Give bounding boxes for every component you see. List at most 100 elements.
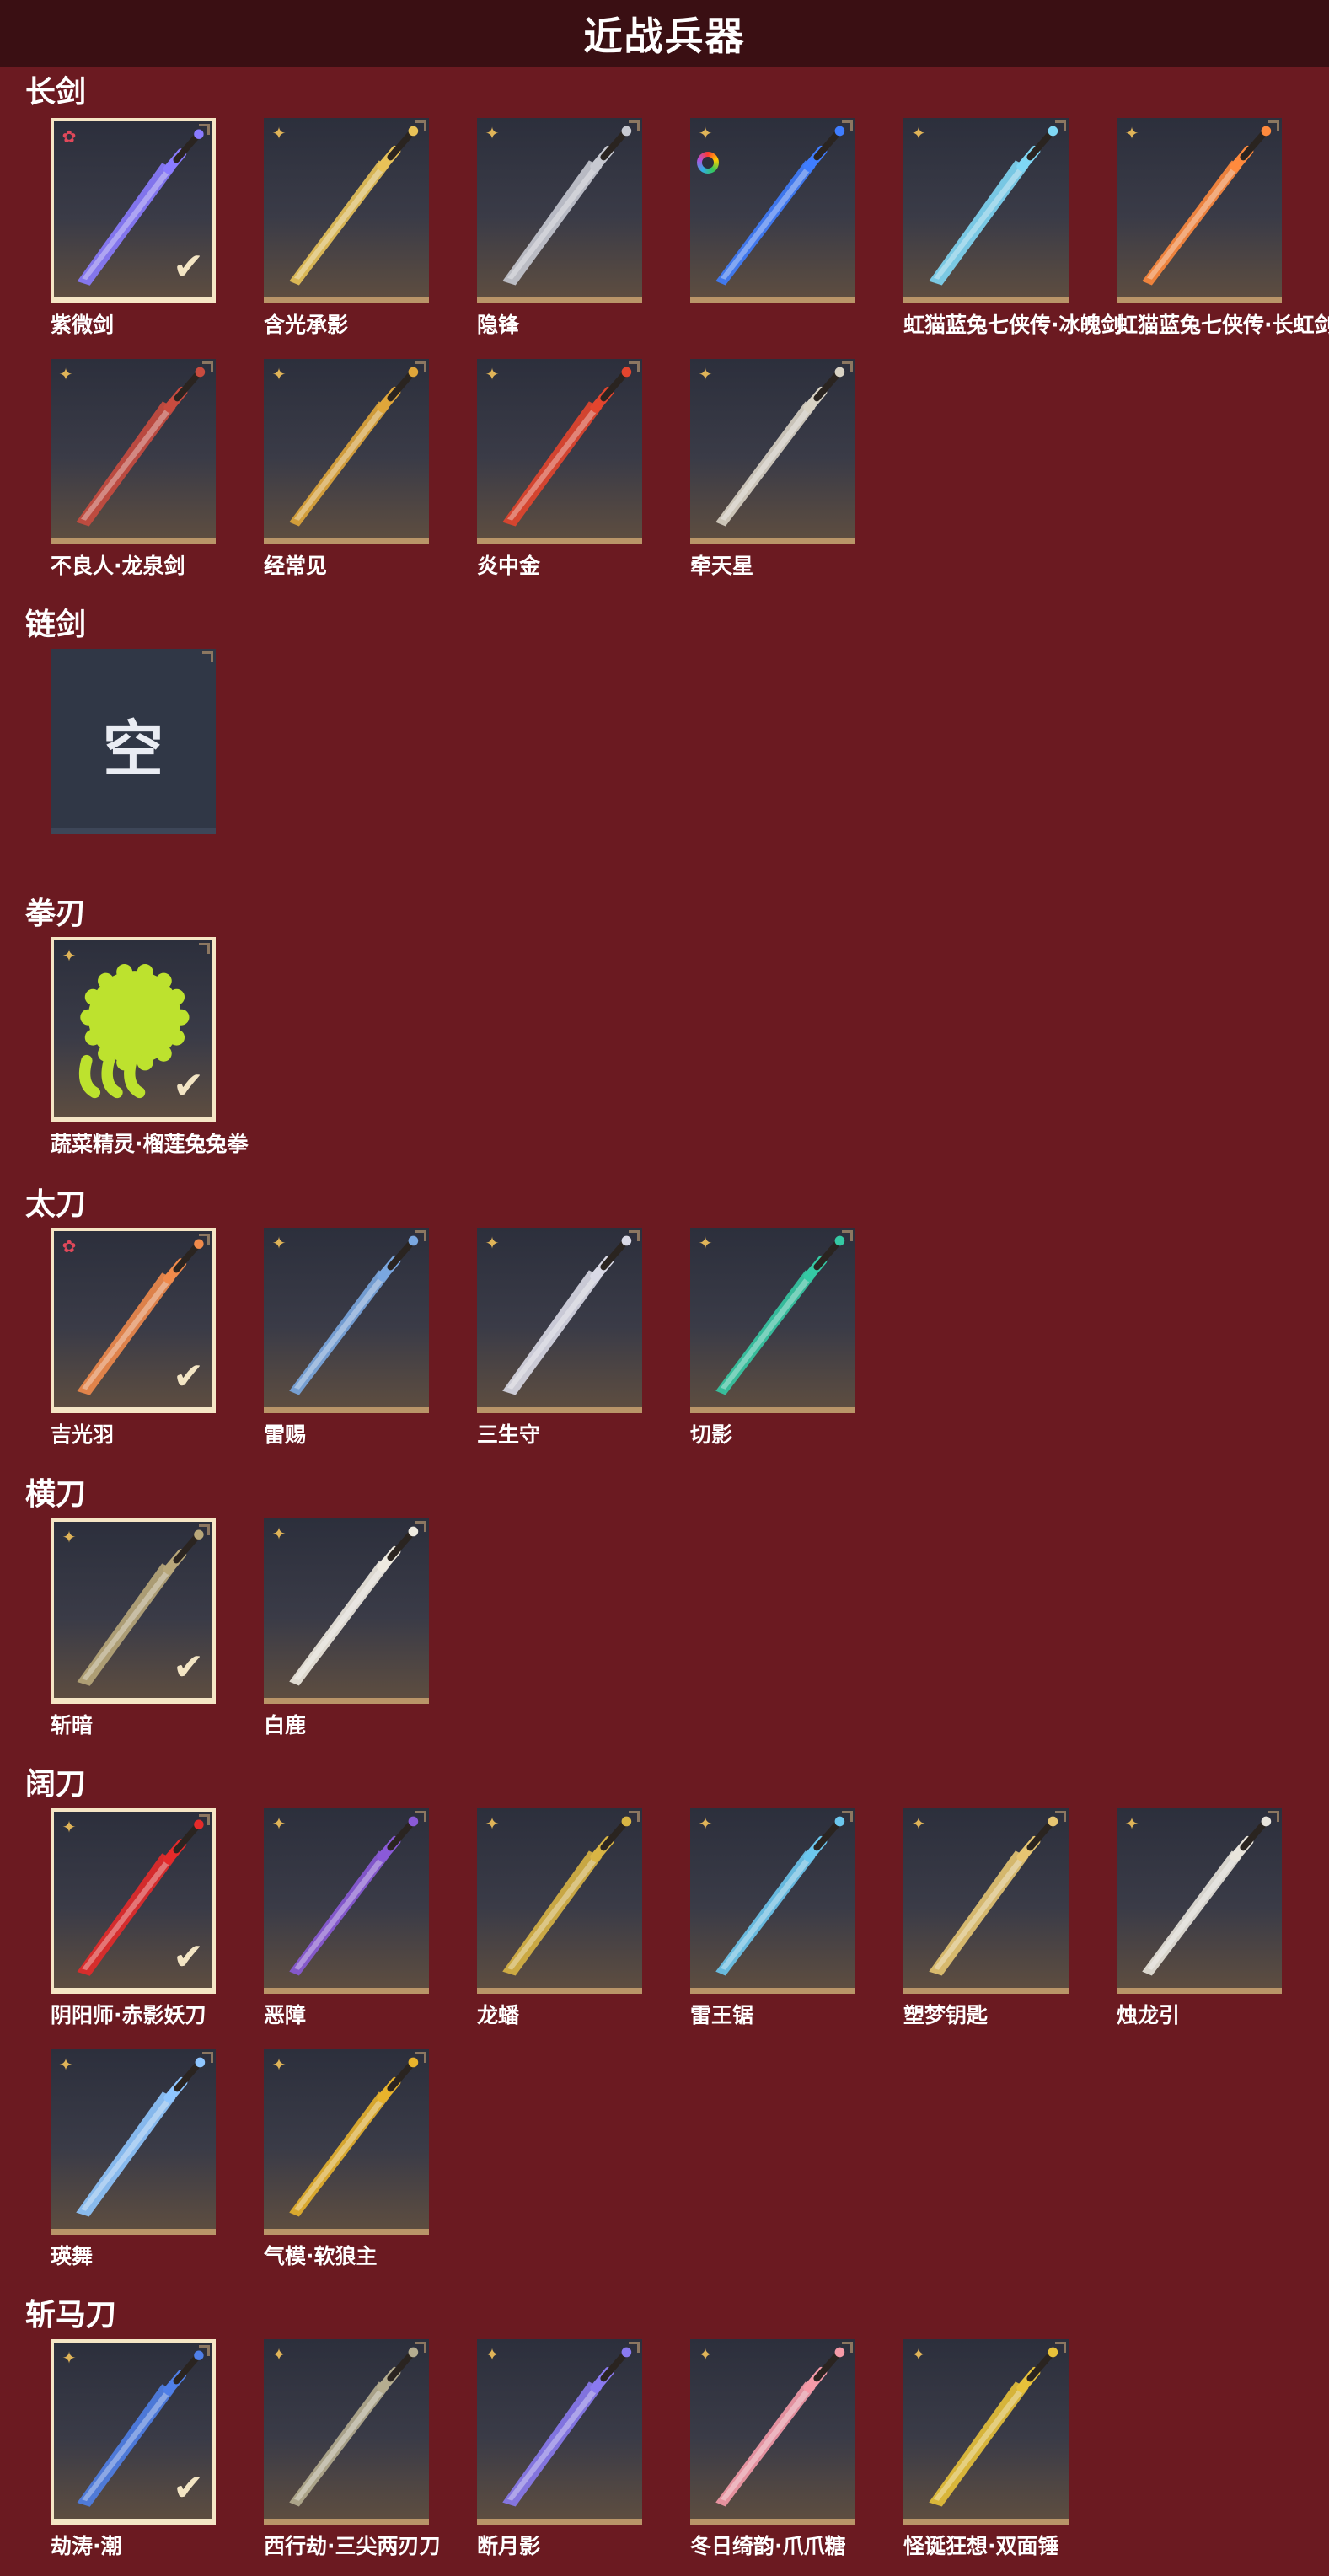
weapon-card[interactable]: ✦ [51,2049,216,2235]
corner-mark-icon [842,361,853,372]
weapon-item[interactable]: ✦ 烛龙引 [1117,1808,1282,2029]
empty-slot-card[interactable]: 空 [51,649,216,834]
corner-mark-icon [415,120,426,131]
weapon-item[interactable]: ✦ 虹猫蓝兔七侠传·冰魄剑 [903,118,1123,339]
shuriken-badge-icon: ✦ [271,1813,287,1834]
weapon-item[interactable]: ✿ ✔ 紫微剑 [51,118,216,339]
corner-mark-icon [1268,120,1279,131]
corner-mark-icon [202,361,213,372]
weapon-card[interactable]: ✦ [477,1808,642,1994]
weapon-illustration [715,126,845,286]
weapon-card[interactable]: ✦ [264,1808,429,1994]
shuriken-badge-icon: ✦ [485,1813,500,1834]
corner-mark-icon [629,1230,640,1241]
weapon-card[interactable]: ✦ [264,1228,429,1413]
weapon-card[interactable]: ✦ [264,118,429,303]
corner-mark-icon [629,2342,640,2353]
weapon-item[interactable]: ✦ 隐锋 [477,118,642,339]
weapon-illustration [289,2057,419,2217]
shuriken-badge-icon: ✦ [1124,1813,1139,1834]
shuriken-badge-icon: ✦ [271,1524,287,1544]
weapon-item[interactable]: ✦ ✔ 阴阳师·赤影妖刀 [51,1808,216,2029]
weapon-item[interactable]: ✿ ✔ 吉光羽 [51,1228,216,1449]
checkmark-icon: ✔ [173,1064,204,1107]
weapon-illustration [1142,126,1272,286]
weapon-card[interactable]: ✦ [477,118,642,303]
weapon-illustration [289,1526,419,1686]
weapon-card[interactable]: ✦ ✔ [51,2339,216,2525]
category-title: 链剑 [25,608,87,642]
weapon-card[interactable]: ✦ [264,1518,429,1704]
weapon-name: 不良人·龙泉剑 [51,554,185,578]
category-title: 长剑 [25,75,87,110]
corner-mark-icon [415,2342,426,2353]
weapon-card[interactable]: ✦ [477,1228,642,1413]
rainbow-ring-icon [697,152,719,174]
weapon-card[interactable]: ✦ [1117,118,1282,303]
weapon-card[interactable]: ✦ [903,1808,1069,1994]
weapon-card[interactable]: ✦ [903,2339,1069,2525]
weapon-card[interactable]: ✦ [690,118,855,303]
weapon-illustration [76,367,206,527]
weapon-item[interactable]: 空 [51,649,216,834]
category-title: 阔刀 [25,1767,87,1802]
weapon-item[interactable]: ✦ 炎中金 [477,359,642,580]
weapon-card[interactable]: ✦ [51,359,216,544]
weapon-item[interactable]: ✦ 含光承影 [264,118,429,339]
weapon-item[interactable]: ✦ 怪诞狂想·双面锤 [903,2339,1069,2560]
shuriken-badge-icon: ✦ [62,945,77,966]
weapon-item[interactable]: ✦ 西行劫·三尖两刃刀 [264,2339,441,2560]
weapon-item[interactable]: ✦ 切影 [690,1228,855,1449]
shuriken-badge-icon: ✦ [271,2054,287,2075]
weapon-card[interactable]: ✿ ✔ [51,118,216,303]
weapon-card[interactable]: ✦ [477,2339,642,2525]
weapon-card[interactable]: ✦ ✔ [51,937,216,1122]
weapon-name: 切影 [690,1422,733,1447]
weapon-item[interactable]: ✦ 冬日绮韵·爪爪糖 [690,2339,855,2560]
shuriken-badge-icon: ✦ [58,364,73,384]
weapon-card[interactable]: ✦ [264,359,429,544]
weapon-card[interactable]: ✦ [690,1808,855,1994]
weapon-item[interactable]: ✦ ✔ 劫涛·潮 [51,2339,216,2560]
weapon-card[interactable]: ✿ ✔ [51,1228,216,1413]
weapon-item[interactable]: ✦ 经常见 [264,359,429,580]
weapon-card[interactable]: ✦ [690,2339,855,2525]
weapon-card[interactable]: ✦ [264,2049,429,2235]
corner-mark-icon [199,124,210,135]
weapon-illustration [76,2057,206,2217]
weapon-item[interactable]: ✦ 恶障 [264,1808,429,2029]
weapon-card[interactable]: ✦ [477,359,642,544]
weapon-item[interactable]: ✦ [690,118,855,303]
weapon-item[interactable]: ✦ 三生守 [477,1228,642,1449]
weapon-card[interactable]: ✦ [1117,1808,1282,1994]
weapon-item[interactable]: ✦ 不良人·龙泉剑 [51,359,216,580]
weapon-card[interactable]: ✦ ✔ [51,1808,216,1994]
weapon-illustration [502,126,632,286]
weapon-card[interactable]: ✦ [690,359,855,544]
corner-mark-icon [202,651,213,662]
weapon-item[interactable]: ✦ ✔ 蔬菜精灵·榴莲兔兔拳 [51,937,249,1158]
weapon-card[interactable]: ✦ [903,118,1069,303]
weapon-name: 斩暗 [51,1713,94,1738]
weapon-card[interactable]: ✦ [264,2339,429,2525]
weapon-item[interactable]: ✦ 气模·软狼主 [264,2049,429,2270]
weapon-name: 雷王锯 [690,2003,754,2027]
weapon-illustration [502,1816,632,1976]
corner-mark-icon [202,2052,213,2063]
weapon-name: 冬日绮韵·爪爪糖 [690,2534,846,2558]
weapon-item[interactable]: ✦ 断月影 [477,2339,642,2560]
weapon-card[interactable]: ✦ [690,1228,855,1413]
weapon-item[interactable]: ✦ 龙蟠 [477,1808,642,2029]
corner-mark-icon [1055,2342,1066,2353]
weapon-item[interactable]: ✦ 塑梦钥匙 [903,1808,1069,2029]
weapon-item[interactable]: ✦ 雷赐 [264,1228,429,1449]
weapon-item[interactable]: ✦ 牵天星 [690,359,855,580]
weapon-item[interactable]: ✦ 白鹿 [264,1518,429,1739]
weapon-item[interactable]: ✦ 雷王锯 [690,1808,855,2029]
weapon-item[interactable]: ✦ 瑛舞 [51,2049,216,2270]
weapon-item[interactable]: ✦ ✔ 斩暗 [51,1518,216,1739]
weapon-name: 雷赐 [264,1422,307,1447]
weapon-item[interactable]: ✦ 虹猫蓝兔七侠传·长虹剑 [1117,118,1329,339]
corner-mark-icon [629,120,640,131]
weapon-card[interactable]: ✦ ✔ [51,1518,216,1704]
